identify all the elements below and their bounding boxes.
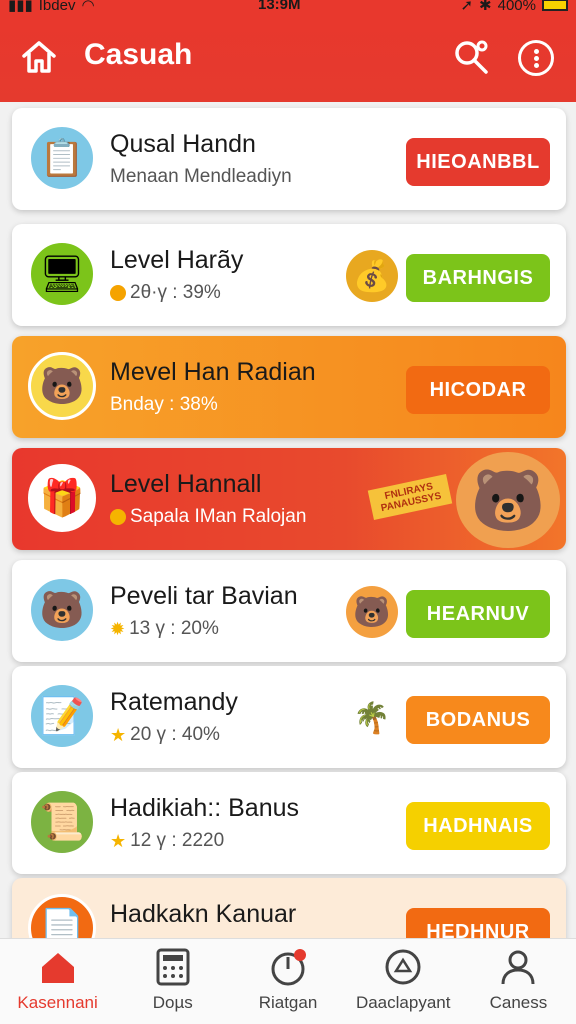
coin-bag-icon: 💰 [346, 250, 398, 302]
item-action-button[interactable]: HIEOANBBL [406, 138, 550, 186]
item-subtitle: ★ 20 γ : 40% [110, 724, 220, 746]
nav-label: Kasennani [17, 993, 98, 1012]
bottom-nav: Kasennani Doµs Riatgan Daaclapyant Canes… [0, 938, 576, 1024]
nav-item-riatgan[interactable]: Riatgan [230, 939, 345, 1024]
item-title: Peveli tar Bavian [110, 582, 298, 610]
status-bar: ▮▮▮ Ibdev ◠ 13:9M ➚ ✱ 400% [0, 0, 576, 16]
user-icon [501, 950, 535, 985]
item-subtitle: 2θ·γ : 39% [110, 282, 221, 304]
search-icon[interactable] [452, 38, 490, 76]
item-title: Hadikiah:: Banus [110, 794, 300, 822]
nav-item-caness[interactable]: Caness [461, 939, 576, 1024]
list-item[interactable]: 🐻 Peveli tar Bavian ✹ 13 γ : 20% 🐻 HEARN… [12, 560, 566, 662]
status-left: ▮▮▮ Ibdev ◠ [8, 0, 95, 14]
item-title: Level Harãy [110, 246, 244, 274]
nav-label: Doµs [152, 993, 193, 1012]
coin-icon [110, 285, 126, 301]
more-options-icon[interactable] [518, 40, 554, 76]
sun-icon: ✹ [110, 618, 126, 639]
list-item[interactable]: 📄 Hadkakn Kanuar HEDHNUR [12, 878, 566, 938]
item-subtitle: Menaan Mendleadiyn [110, 166, 292, 187]
item-title: Hadkakn Kanuar [110, 900, 297, 928]
document-pen-icon: 📝 [28, 682, 96, 750]
item-action-button[interactable]: HADHNAIS [406, 802, 550, 850]
nav-item-home[interactable]: Kasennani [0, 939, 115, 1024]
palm-shop-icon: 🌴 [353, 701, 391, 735]
nav-label: Caness [489, 993, 548, 1012]
document-icon: 📄 [28, 894, 96, 938]
list-item[interactable]: 🐻 Mevel Han Radian Bnday : 38% HICODAR [12, 336, 566, 438]
item-stat: 20 γ : 40% [130, 724, 220, 745]
signal-icon: ▮▮▮ [8, 0, 33, 14]
list-item[interactable]: 🎁 Level Hannall Sapala IMan Ralojan FNLI… [12, 448, 566, 550]
item-action-button[interactable]: BODANUS [406, 696, 550, 744]
item-stat: 12 γ : 2220 [130, 830, 225, 851]
calculator-icon [156, 948, 190, 986]
item-action-button[interactable]: HEDHNUR [406, 908, 550, 938]
bear-mascot-icon: 🐻 [28, 352, 96, 420]
list-item[interactable]: 📜 Hadikiah:: Banus ★ 12 γ : 2220 HADHNAI… [12, 772, 566, 874]
bear-mascot-icon: 🐻 [28, 576, 96, 644]
carrier-label: Ibdev [38, 0, 76, 14]
machine-icon: 🖥 [28, 240, 96, 308]
scroll-icon: 📜 [28, 788, 96, 856]
nav-item-docs[interactable]: Doµs [115, 939, 230, 1024]
promo-banner: FNLIRAYS PANAUSSYS [367, 474, 453, 520]
recycle-icon [385, 949, 421, 985]
item-subtitle: Bnday : 38% [110, 394, 218, 415]
item-action-button[interactable]: BARHNGIS [406, 254, 550, 302]
bluetooth-icon: ✱ [479, 0, 492, 14]
status-time: 13:9M [258, 0, 301, 13]
gift-box-icon: 🎁 [28, 464, 96, 532]
nav-label: Daaclapyant [355, 993, 451, 1012]
location-icon: ➚ [460, 0, 474, 14]
wifi-icon: ◠ [81, 0, 95, 14]
item-subtitle: ✹ 13 γ : 20% [110, 618, 219, 640]
timer-icon [271, 949, 306, 986]
item-stat: Sapala IMan Ralojan [130, 506, 307, 527]
item-action-button[interactable]: HEARNUV [406, 590, 550, 638]
item-subtitle: ★ 12 γ : 2220 [110, 830, 224, 852]
battery-icon [542, 0, 568, 11]
star-icon: ★ [110, 830, 127, 851]
battery-label: 400% [497, 0, 536, 14]
bear-mascot-icon: 🐻 [456, 452, 560, 548]
list-item[interactable]: 📝 Ratemandy ★ 20 γ : 40% 🌴 BODANUS [12, 666, 566, 768]
list-item[interactable]: 📋 Qusal Handn Menaan Mendleadiyn HIEOANB… [12, 108, 566, 210]
status-right: ➚ ✱ 400% [460, 0, 568, 14]
page-title: Casuah [84, 38, 193, 71]
reward-list: 📋 Qusal Handn Menaan Mendleadiyn HIEOANB… [0, 102, 576, 938]
tablet-icon: 📋 [28, 124, 96, 192]
item-title: Mevel Han Radian [110, 358, 316, 386]
home-icon[interactable] [20, 38, 58, 76]
item-subtitle: Sapala IMan Ralojan [110, 506, 306, 528]
star-icon: ★ [110, 724, 127, 745]
item-title: Level Hannall [110, 470, 262, 498]
nav-item-daaclapyant[interactable]: Daaclapyant [346, 939, 461, 1024]
home-icon [41, 953, 74, 983]
list-item[interactable]: 🖥 Level Harãy 2θ·γ : 39% 💰 BARHNGIS [12, 224, 566, 326]
bear-face-icon: 🐻 [346, 586, 398, 638]
item-action-button[interactable]: HICODAR [406, 366, 550, 414]
nav-label: Riatgan [258, 993, 318, 1012]
coin-icon [110, 509, 126, 525]
item-title: Qusal Handn [110, 130, 256, 158]
item-stat: 13 γ : 20% [129, 618, 219, 639]
item-stat: 2θ·γ : 39% [130, 282, 221, 303]
item-title: Ratemandy [110, 688, 238, 716]
app-header: Casuah [0, 16, 576, 102]
